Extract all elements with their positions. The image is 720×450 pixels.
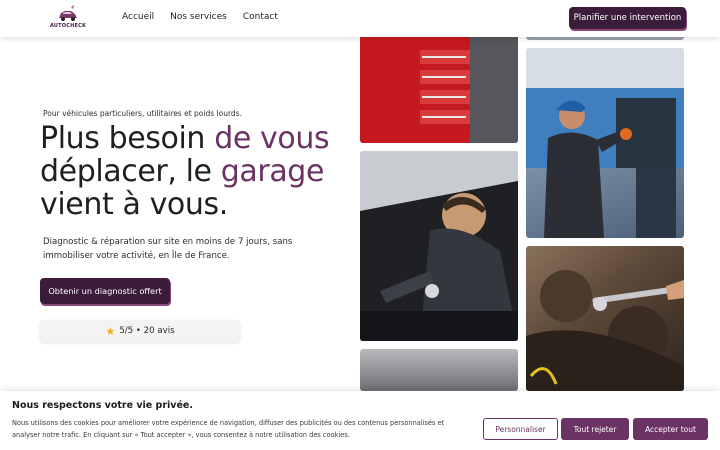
hero-title-part3: le xyxy=(185,154,221,189)
hero-subtitle: Pour véhicules particuliers, utilitaires… xyxy=(43,109,242,118)
main-nav: Accueil Nos services Contact xyxy=(122,12,278,22)
customize-cookies-button[interactable]: Personnaliser xyxy=(483,418,558,440)
hero-title-part4: vient à vous. xyxy=(40,187,228,222)
get-diagnostic-button[interactable]: Obtenir un diagnostic offert xyxy=(40,278,170,304)
hero-title-part2: déplacer, xyxy=(40,154,186,189)
hero-title-part1: Plus besoin xyxy=(40,121,215,156)
logo[interactable]: AUTOCHECK xyxy=(48,5,88,31)
car-logo-icon xyxy=(59,5,77,21)
photo-mechanic-engine-bay xyxy=(360,151,518,341)
photo-bottom xyxy=(360,349,518,391)
nav-item-contact[interactable]: Contact xyxy=(243,12,278,22)
cookie-title: Nous respectons votre vie privée. xyxy=(12,400,193,411)
photo-mechanic-blue-cap xyxy=(526,48,684,238)
plan-intervention-button[interactable]: Planifier une intervention xyxy=(569,7,686,29)
site-header: AUTOCHECK Accueil Nos services Contact P… xyxy=(0,0,720,37)
hero-title-accent2: garage xyxy=(220,154,325,189)
cookie-banner: Nous respectons votre vie privée. Nous u… xyxy=(0,391,720,450)
reject-all-button[interactable]: Tout rejeter xyxy=(561,418,629,440)
hero-title-accent1: de vous xyxy=(214,121,330,156)
rating-text: 5/5 • 20 avis xyxy=(119,326,175,336)
nav-item-services[interactable]: Nos services xyxy=(170,12,227,22)
photo-engine-wrench xyxy=(526,246,684,391)
accept-all-button[interactable]: Accepter tout xyxy=(633,418,708,440)
rating-badge: ★ 5/5 • 20 avis xyxy=(40,320,240,342)
hero-description: Diagnostic & réparation sur site en moin… xyxy=(43,237,293,261)
hero-title: Plus besoin de vous déplacer, le garage vi… xyxy=(40,122,350,221)
cookie-text: Nous utilisons des cookies pour améliore… xyxy=(12,419,445,439)
star-icon: ★ xyxy=(105,324,116,338)
logo-text: AUTOCHECK xyxy=(49,23,87,29)
nav-item-accueil[interactable]: Accueil xyxy=(122,12,154,22)
